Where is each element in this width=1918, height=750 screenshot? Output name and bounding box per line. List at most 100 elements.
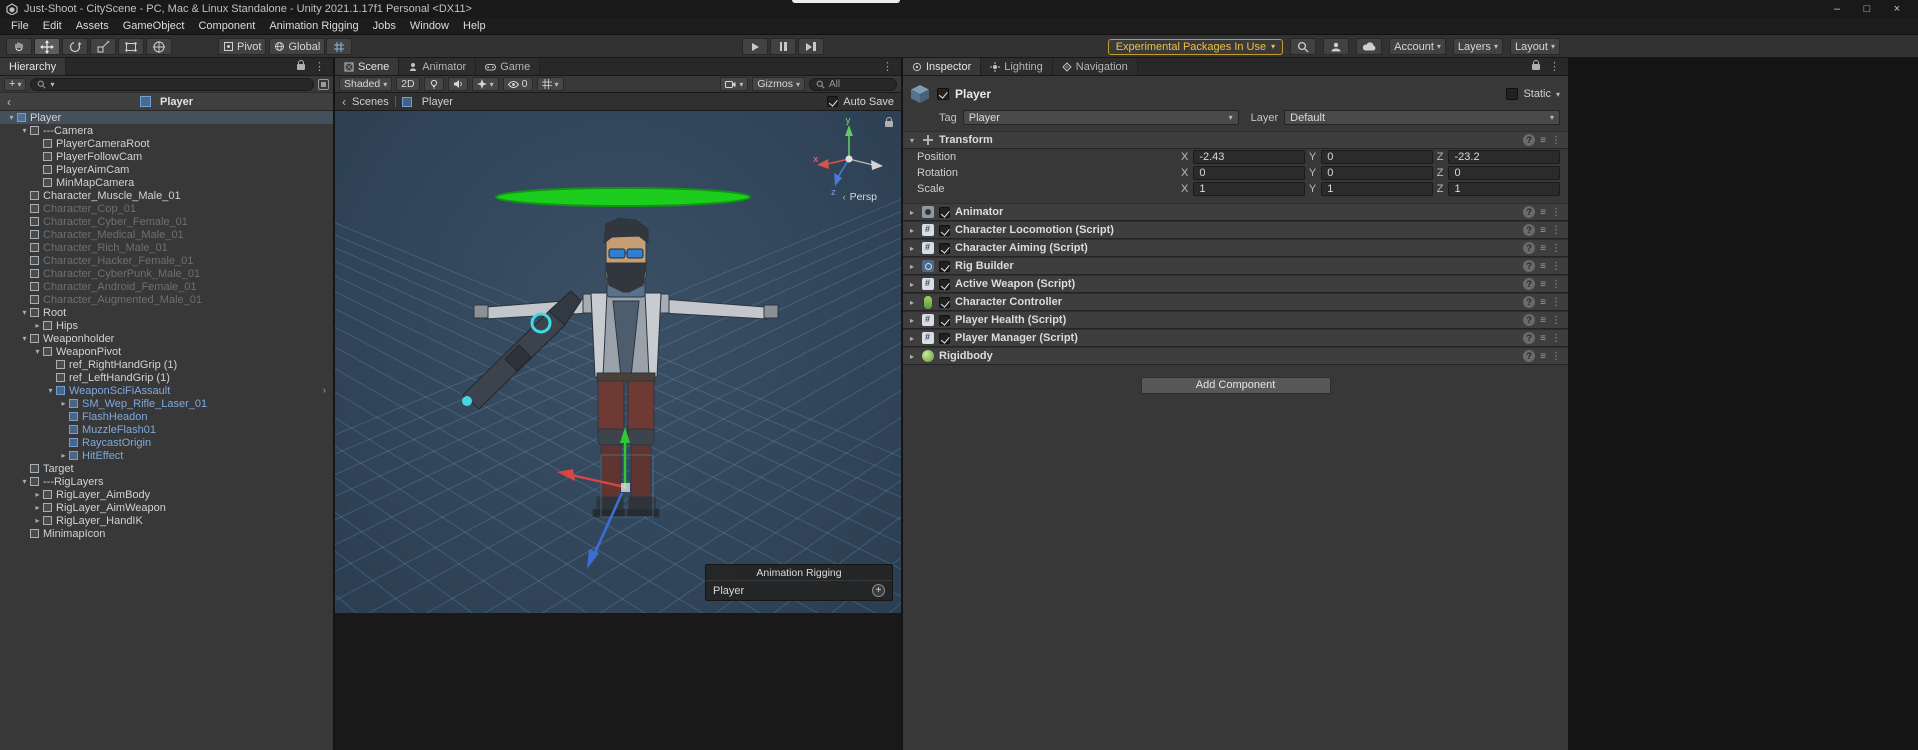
hierarchy-row-character-cyberpunk-male-01[interactable]: Character_CyberPunk_Male_01 [0,267,333,280]
position-y-field[interactable]: 0 [1321,150,1433,164]
gameobject-name-field[interactable]: Player [955,87,1500,101]
hierarchy-row-playeraimcam[interactable]: PlayerAimCam [0,163,333,176]
draw-mode-dropdown[interactable]: Shaded ▾ [339,77,393,91]
component-enabled-checkbox[interactable] [939,296,950,308]
rotation-x-field[interactable]: 0 [1193,166,1305,180]
expand-arrow-icon[interactable]: ▸ [32,321,43,330]
presets-icon[interactable]: ≡ [1540,135,1546,146]
hierarchy-row-character-muscle-male-01[interactable]: Character_Muscle_Male_01 [0,189,333,202]
hierarchy-row-riglayers[interactable]: ▾ ---RigLayers [0,475,333,488]
menu-jobs[interactable]: Jobs [366,19,403,33]
component-enabled-checkbox[interactable] [939,332,950,344]
menu-edit[interactable]: Edit [36,19,69,33]
kebab-icon[interactable]: ⋮ [1551,207,1561,218]
hierarchy-row-riglayer-aimweapon[interactable]: ▸ RigLayer_AimWeapon [0,501,333,514]
component-enabled-checkbox[interactable] [939,242,950,254]
tab-game[interactable]: Game [476,58,541,75]
expand-arrow-icon[interactable]: ▸ [907,226,917,235]
kebab-icon[interactable]: ⋮ [1551,279,1561,290]
gizmos-dropdown[interactable]: Gizmos ▾ [752,77,805,91]
exit-prefab-arrow-icon[interactable]: ‹ [7,95,11,109]
scene-search-field[interactable]: All [809,77,897,91]
effects-dropdown[interactable]: ▾ [471,77,499,91]
step-button[interactable] [798,38,824,55]
hierarchy-row-character-augmented-male-01[interactable]: Character_Augmented_Male_01 [0,293,333,306]
component-enabled-checkbox[interactable] [939,224,950,236]
expand-arrow-icon[interactable]: ▸ [907,208,917,217]
component-header-rig-builder[interactable]: ▸ Rig Builder? ≡ ⋮ [903,257,1568,275]
move-tool-button[interactable] [34,38,60,55]
layout-dropdown[interactable]: Layout ▾ [1509,38,1560,55]
hierarchy-row-target[interactable]: Target [0,462,333,475]
layer-dropdown[interactable]: Default ▾ [1284,110,1560,125]
gameobject-active-checkbox[interactable] [937,88,949,100]
hierarchy-row-ref-lefthandgrip-1[interactable]: ref_LeftHandGrip (1) [0,371,333,384]
expand-arrow-icon[interactable]: ▾ [6,113,17,122]
rect-tool-button[interactable] [118,38,144,55]
tab-lighting[interactable]: Lighting [981,58,1053,75]
search-button[interactable] [1290,38,1317,55]
expand-arrow-icon[interactable]: ▸ [58,399,69,408]
chevron-down-icon[interactable]: ▾ [1556,90,1560,99]
hierarchy-row-ref-righthandgrip-1[interactable]: ref_RightHandGrip (1) [0,358,333,371]
pivot-toggle-button[interactable]: Pivot [218,38,267,55]
component-header-character-controller[interactable]: ▸ Character Controller? ≡ ⋮ [903,293,1568,311]
hierarchy-search-field[interactable]: ▾ [30,77,314,91]
presets-icon[interactable]: ≡ [1540,315,1546,326]
hierarchy-row-hiteffect[interactable]: ▸ HitEffect [0,449,333,462]
scene-visibility-button[interactable]: 0 [502,77,533,91]
hierarchy-row-player[interactable]: ▾ Player [0,111,333,124]
scale-x-field[interactable]: 1 [1193,182,1305,196]
account-dropdown[interactable]: Account ▾ [1389,38,1446,55]
close-button[interactable]: × [1882,0,1912,18]
component-header-rigidbody[interactable]: ▸ Rigidbody? ≡ ⋮ [903,347,1568,365]
layers-dropdown[interactable]: Layers ▾ [1452,38,1503,55]
scene-viewport[interactable]: y x z ‹ Persp Animation Rigging Player + [335,111,901,613]
presets-icon[interactable]: ≡ [1540,351,1546,362]
hierarchy-row-sm-wep-rifle-laser-01[interactable]: ▸ SM_Wep_Rifle_Laser_01 [0,397,333,410]
kebab-icon[interactable]: ⋮ [1551,333,1561,344]
presets-icon[interactable]: ≡ [1540,207,1546,218]
kebab-icon[interactable]: ⋮ [1551,135,1561,146]
kebab-icon[interactable]: ⋮ [1551,261,1561,272]
expand-arrow-icon[interactable]: ▾ [19,126,30,135]
tag-dropdown[interactable]: Player ▾ [962,110,1239,125]
component-enabled-checkbox[interactable] [939,206,950,218]
2d-toggle-button[interactable]: 2D [396,77,420,91]
global-toggle-button[interactable]: Global [269,38,326,55]
help-icon[interactable]: ? [1523,260,1536,272]
kebab-menu-icon[interactable]: ⋮ [314,60,325,73]
maximize-button[interactable]: □ [1852,0,1882,18]
add-rig-button[interactable]: + [872,584,885,597]
expand-arrow-icon[interactable]: ▸ [32,503,43,512]
experimental-packages-dropdown[interactable]: Experimental Packages In Use ▾ [1107,38,1284,55]
collab-button[interactable] [1323,38,1350,55]
kebab-icon[interactable]: ⋮ [1551,315,1561,326]
expand-arrow-icon[interactable]: ▸ [907,316,917,325]
hierarchy-row-character-cyber-female-01[interactable]: Character_Cyber_Female_01 [0,215,333,228]
transform-component-header[interactable]: ▾ Transform ? ≡ ⋮ [903,131,1568,149]
kebab-icon[interactable]: ⋮ [1551,297,1561,308]
tab-hierarchy[interactable]: Hierarchy [0,58,67,75]
presets-icon[interactable]: ≡ [1540,243,1546,254]
presets-icon[interactable]: ≡ [1540,261,1546,272]
expand-arrow-icon[interactable]: ▸ [907,298,917,307]
lighting-toggle-button[interactable] [423,77,444,91]
rotation-z-field[interactable]: 0 [1448,166,1561,180]
hierarchy-row-weaponscifiassault[interactable]: ▾ WeaponSciFiAssault › [0,384,333,397]
menu-window[interactable]: Window [403,19,456,33]
kebab-menu-icon[interactable]: ⋮ [882,60,893,73]
kebab-icon[interactable]: ⋮ [1551,243,1561,254]
lock-icon[interactable] [297,59,305,70]
menu-animation-rigging[interactable]: Animation Rigging [262,19,365,33]
expand-arrow-icon[interactable]: ▾ [19,477,30,486]
projection-toggle[interactable]: ‹ Persp [843,191,877,203]
hierarchy-row-playerfollowcam[interactable]: PlayerFollowCam [0,150,333,163]
help-icon[interactable]: ? [1523,134,1536,146]
hierarchy-row-flashheadon[interactable]: FlashHeadon [0,410,333,423]
create-object-button[interactable]: + ▾ [4,77,27,91]
minimize-button[interactable]: – [1822,0,1852,18]
hierarchy-row-minimapicon[interactable]: MinimapIcon [0,527,333,540]
expand-arrow-icon[interactable]: ▾ [19,308,30,317]
hierarchy-row-weaponholder[interactable]: ▾ Weaponholder [0,332,333,345]
